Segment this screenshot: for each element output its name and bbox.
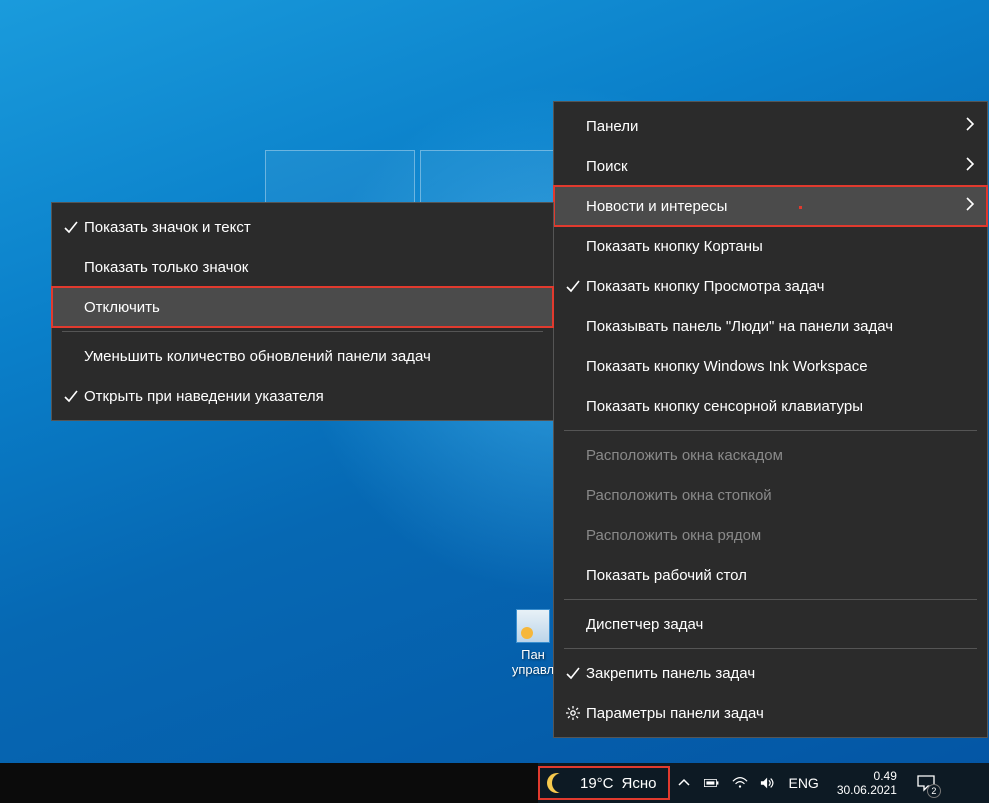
main-menu-item-0[interactable]: Панели — [554, 106, 987, 146]
main-menu-item-1: Расположить окна стопкой — [554, 475, 987, 515]
taskbar-context-menu: Панели Поиск Новости и интересы Показать кн… — [553, 101, 988, 738]
menu-separator — [62, 331, 543, 332]
menu-separator — [564, 430, 977, 431]
check-icon — [562, 665, 584, 681]
menu-item-label: Поиск — [586, 158, 963, 175]
menu-item-label: Закрепить панель задач — [586, 665, 975, 682]
check-icon — [60, 388, 82, 404]
control-panel-icon — [516, 609, 550, 643]
gear-icon — [562, 705, 584, 721]
desktop-icon-label: управл — [512, 662, 554, 677]
menu-item-label: Уменьшить количество обновлений панели з… — [84, 348, 541, 365]
battery-icon[interactable] — [704, 775, 720, 791]
menu-separator — [564, 648, 977, 649]
menu-item-label: Показать кнопку Windows Ink Workspace — [586, 358, 975, 375]
taskbar-clock[interactable]: 0.49 30.06.2021 — [837, 769, 897, 797]
weather-text: Ясно — [622, 775, 657, 792]
taskbar-time: 0.49 — [874, 769, 897, 783]
menu-item-label: Показывать панель "Люди" на панели задач — [586, 318, 975, 335]
main-menu-item-6[interactable]: Показать кнопку Windows Ink Workspace — [554, 346, 987, 386]
menu-item-label: Параметры панели задач — [586, 705, 975, 722]
sub-menu-item-2[interactable]: Отключить — [52, 287, 553, 327]
menu-item-label: Отключить — [84, 299, 541, 316]
main-menu-item-1[interactable]: Параметры панели задач — [554, 693, 987, 733]
menu-item-label: Панели — [586, 118, 963, 135]
chevron-right-icon — [965, 156, 975, 177]
chevron-right-icon — [965, 196, 975, 217]
weather-temp: 19°C — [580, 775, 614, 792]
main-menu-item-0: Расположить окна каскадом — [554, 435, 987, 475]
weather-widget[interactable]: 19°C Ясно — [540, 768, 668, 798]
cursor-dot — [799, 206, 802, 209]
news-interests-submenu: Показать значок и текст Показать только з… — [51, 202, 554, 421]
menu-item-label: Диспетчер задач — [586, 616, 975, 633]
taskbar: 19°C Ясно ENG 0.49 30.06.2021 2 — [0, 763, 989, 803]
main-menu-item-2[interactable]: Новости и интересы — [554, 186, 987, 226]
input-language[interactable]: ENG — [788, 775, 818, 791]
main-menu-item-0[interactable]: Закрепить панель задач — [554, 653, 987, 693]
sub-menu-item-1[interactable]: Открыть при наведении указателя — [52, 376, 553, 416]
desktop-icon-label: Пан — [521, 647, 545, 662]
main-menu-item-4[interactable]: Показать кнопку Просмотра задач — [554, 266, 987, 306]
menu-item-label: Показать только значок — [84, 259, 541, 276]
wifi-icon[interactable] — [732, 775, 748, 791]
menu-item-label: Показать кнопку сенсорной клавиатуры — [586, 398, 975, 415]
menu-item-label: Расположить окна рядом — [586, 527, 975, 544]
menu-item-label: Расположить окна стопкой — [586, 487, 975, 504]
weather-widget-highlight: 19°C Ясно — [538, 766, 670, 800]
check-icon — [562, 278, 584, 294]
menu-item-label: Показать кнопку Просмотра задач — [586, 278, 975, 295]
chevron-right-icon — [965, 116, 975, 137]
menu-item-label: Новости и интересы — [586, 198, 963, 215]
main-menu-item-3[interactable]: Показать кнопку Кортаны — [554, 226, 987, 266]
main-menu-item-5[interactable]: Показывать панель "Люди" на панели задач — [554, 306, 987, 346]
sub-menu-item-0[interactable]: Уменьшить количество обновлений панели з… — [52, 336, 553, 376]
sub-menu-item-1[interactable]: Показать только значок — [52, 247, 553, 287]
action-center-icon[interactable]: 2 — [915, 772, 937, 794]
menu-item-label: Показать рабочий стол — [586, 567, 975, 584]
volume-icon[interactable] — [760, 775, 776, 791]
menu-item-label: Показать кнопку Кортаны — [586, 238, 975, 255]
menu-item-label: Открыть при наведении указателя — [84, 388, 541, 405]
menu-separator — [564, 599, 977, 600]
main-menu-item-7[interactable]: Показать кнопку сенсорной клавиатуры — [554, 386, 987, 426]
taskbar-left-region — [0, 763, 538, 803]
system-tray: ENG 0.49 30.06.2021 2 — [676, 769, 944, 797]
check-icon — [60, 219, 82, 235]
main-menu-item-0[interactable]: Диспетчер задач — [554, 604, 987, 644]
taskbar-date: 30.06.2021 — [837, 783, 897, 797]
moon-icon — [552, 773, 572, 793]
sub-menu-item-0[interactable]: Показать значок и текст — [52, 207, 553, 247]
main-menu-item-1[interactable]: Поиск — [554, 146, 987, 186]
main-menu-item-3[interactable]: Показать рабочий стол — [554, 555, 987, 595]
menu-item-label: Показать значок и текст — [84, 219, 541, 236]
notification-badge: 2 — [927, 784, 941, 798]
menu-item-label: Расположить окна каскадом — [586, 447, 975, 464]
main-menu-item-2: Расположить окна рядом — [554, 515, 987, 555]
tray-chevron-up-icon[interactable] — [676, 775, 692, 791]
